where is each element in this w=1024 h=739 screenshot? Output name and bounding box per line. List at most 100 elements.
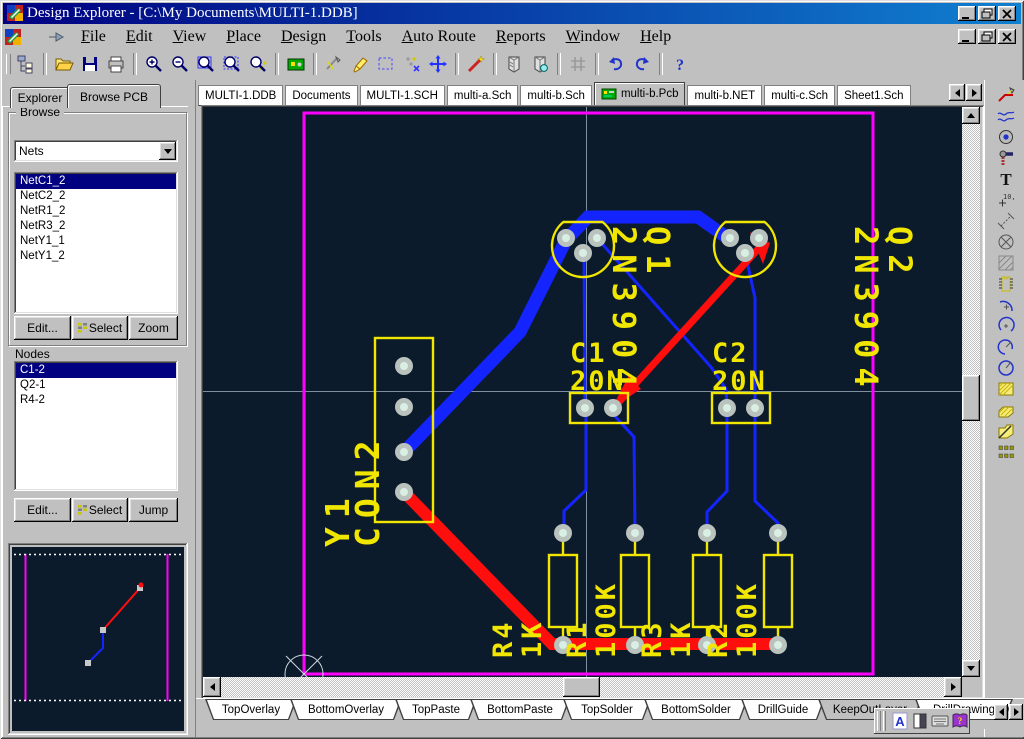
menu-file[interactable]: File — [71, 27, 116, 47]
menu-auto-route[interactable]: Auto Route — [392, 27, 486, 47]
layer-tab-bottomsolder[interactable]: BottomSolder — [644, 699, 748, 720]
child-restore-button[interactable] — [978, 29, 996, 44]
place-string-button[interactable]: T — [994, 168, 1018, 189]
doc-tab-multi-b-sch[interactable]: multi-b.Sch — [520, 85, 592, 106]
pcb-canvas[interactable]: Q12N3904 Q22N3904 C120N C220N Y1CON2 R41… — [203, 107, 962, 677]
menu-edit[interactable]: Edit — [116, 27, 163, 47]
layer-tab-bottompaste[interactable]: BottomPaste — [470, 699, 570, 720]
panel-split-button[interactable] — [910, 711, 930, 731]
scroll-left-button[interactable] — [203, 677, 221, 697]
select-area-button[interactable] — [373, 51, 399, 77]
doc-tab-documents[interactable]: Documents — [285, 85, 357, 106]
save-document-button[interactable] — [77, 51, 103, 77]
scroll-right-button[interactable] — [944, 677, 962, 697]
undo-button[interactable] — [603, 51, 629, 77]
highlight-pen-button[interactable] — [347, 51, 373, 77]
place-via-button[interactable] — [994, 147, 1018, 168]
menu-window[interactable]: Window — [556, 27, 630, 47]
doc-tab-multi-1-ddb[interactable]: MULTI-1.DDB — [198, 85, 283, 106]
doc-tabs-scroll-left-button[interactable] — [949, 84, 965, 101]
place-multi-track-button[interactable] — [994, 105, 1018, 126]
doc-tab-multi-a-sch[interactable]: multi-a.Sch — [447, 85, 519, 106]
move-selection-button[interactable] — [399, 51, 425, 77]
place-component-button[interactable] — [994, 273, 1018, 294]
browse-mode-dropdown[interactable]: Nets — [14, 140, 178, 162]
zoom-window-button[interactable] — [193, 51, 219, 77]
scroll-down-button[interactable] — [962, 660, 980, 677]
doc-tab-multi-b-pcb[interactable]: multi-b.Pcb — [594, 82, 686, 106]
layer-tab-toppaste[interactable]: TopPaste — [395, 699, 477, 720]
place-full-circle-button[interactable] — [994, 357, 1018, 378]
net-item-nety1_2[interactable]: NetY1_2 — [16, 249, 176, 264]
toolbar-grip[interactable] — [6, 54, 11, 74]
text-a-button[interactable]: A — [890, 711, 910, 731]
vertical-scrollbar[interactable] — [962, 107, 980, 677]
horizontal-scrollbar[interactable] — [203, 677, 962, 697]
nets-select-button[interactable]: Select — [72, 316, 128, 340]
layer-tabs-scroll-left-button[interactable] — [994, 704, 1008, 720]
horizontal-scroll-thumb[interactable] — [563, 677, 600, 697]
panel-splitter[interactable] — [188, 80, 196, 737]
wizard-button[interactable] — [463, 51, 489, 77]
place-arc-edge-button[interactable] — [994, 294, 1018, 315]
dropdown-arrow-button[interactable] — [159, 142, 176, 160]
menu-place[interactable]: Place — [216, 27, 271, 47]
doc-tabs-scroll-right-button[interactable] — [966, 84, 982, 101]
net-item-nety1_1[interactable]: NetY1_1 — [16, 234, 176, 249]
minimize-button[interactable] — [958, 6, 976, 21]
library-browse-button[interactable] — [527, 51, 553, 77]
layer-tabs-scroll-right-button[interactable] — [1009, 704, 1023, 720]
library-3d-button[interactable] — [501, 51, 527, 77]
place-coordinate-button[interactable]: 10,10 — [994, 189, 1018, 210]
redo-button[interactable] — [629, 51, 655, 77]
explorer-panel-button[interactable] — [13, 51, 39, 77]
place-keepout-circle-button[interactable] — [994, 231, 1018, 252]
place-arc-center-button[interactable] — [994, 315, 1018, 336]
help-button[interactable]: ? — [667, 51, 693, 77]
nets-edit-button[interactable]: Edit... — [14, 316, 71, 340]
place-track-button[interactable] — [994, 84, 1018, 105]
place-dimension-button[interactable] — [994, 210, 1018, 231]
layer-tab-topoverlay[interactable]: TopOverlay — [205, 699, 297, 720]
menu-view[interactable]: View — [163, 27, 217, 47]
place-arc-angle-button[interactable] — [994, 336, 1018, 357]
doc-tab-multi-b-net[interactable]: multi-b.NET — [687, 85, 762, 106]
zoom-in-button[interactable] — [141, 51, 167, 77]
vertical-scroll-thumb[interactable] — [962, 375, 980, 421]
menu-tools[interactable]: Tools — [336, 27, 391, 47]
layer-tab-topsolder[interactable]: TopSolder — [563, 699, 651, 720]
place-pad-button[interactable] — [994, 126, 1018, 147]
nets-listbox[interactable]: NetC1_2NetC2_2NetR1_2NetR3_2NetY1_1NetY1… — [14, 172, 178, 314]
menu-design[interactable]: Design — [271, 27, 336, 47]
menu-reports[interactable]: Reports — [486, 27, 556, 47]
slice-tracks-button[interactable] — [321, 51, 347, 77]
nodes-listbox[interactable]: C1-2Q2-1R4-2 — [14, 361, 178, 491]
layer-tab-bottomoverlay[interactable]: BottomOverlay — [290, 699, 402, 720]
child-close-button[interactable] — [998, 29, 1016, 44]
place-fill-hatched-button[interactable] — [994, 252, 1018, 273]
nets-zoom-button[interactable]: Zoom — [129, 316, 178, 340]
open-document-button[interactable] — [51, 51, 77, 77]
node-item-r4-2[interactable]: R4-2 — [16, 393, 176, 408]
place-pad-array-button[interactable] — [994, 441, 1018, 462]
tab-explorer[interactable]: Explorer — [10, 87, 70, 108]
zoom-out-button[interactable] — [167, 51, 193, 77]
nodes-jump-button[interactable]: Jump — [129, 498, 178, 522]
place-fill-button[interactable] — [994, 378, 1018, 399]
zoom-point-button[interactable] — [245, 51, 271, 77]
node-item-q2-1[interactable]: Q2-1 — [16, 378, 176, 393]
nodes-select-button[interactable]: Select — [72, 498, 128, 522]
net-item-netr3_2[interactable]: NetR3_2 — [16, 219, 176, 234]
net-item-netr1_2[interactable]: NetR1_2 — [16, 204, 176, 219]
print-button[interactable] — [103, 51, 129, 77]
restore-button[interactable] — [978, 6, 996, 21]
keyboard-button[interactable] — [930, 711, 950, 731]
move-cross-button[interactable] — [425, 51, 451, 77]
net-item-netc1_2[interactable]: NetC1_2 — [16, 174, 176, 189]
nodes-edit-button[interactable]: Edit... — [14, 498, 71, 522]
child-minimize-button[interactable] — [958, 29, 976, 44]
minimap[interactable] — [12, 547, 184, 731]
scroll-up-button[interactable] — [962, 107, 980, 124]
help-book-button[interactable]: ? — [950, 711, 970, 731]
doc-tab-multi-1-sch[interactable]: MULTI-1.SCH — [360, 85, 445, 106]
